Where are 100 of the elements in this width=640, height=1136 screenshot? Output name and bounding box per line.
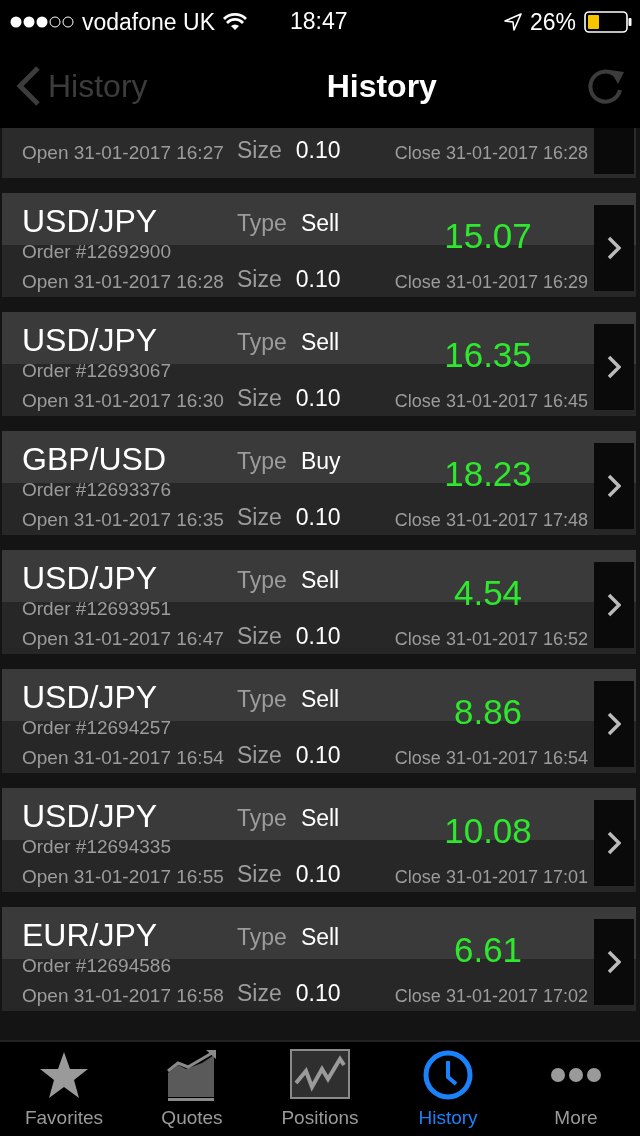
close-time: Close 31-01-2017 16:28: [394, 143, 589, 164]
currency-pair: USD/JPY: [22, 203, 159, 239]
size-value: 0.10: [295, 861, 341, 888]
open-time: Open 31-01-2017 16:28: [22, 271, 225, 293]
order-number: Order #12693376: [22, 479, 172, 501]
profit-value: 10.08: [444, 811, 532, 851]
line-chart-icon: [290, 1049, 350, 1101]
size-label: Size: [237, 504, 282, 531]
close-time: Close 31-01-2017 17:01: [394, 867, 589, 888]
currency-pair: USD/JPY: [22, 560, 159, 596]
clock-icon: [422, 1049, 474, 1101]
bar-chart-icon: [166, 1049, 218, 1101]
order-number: Order #12694586: [22, 955, 172, 977]
status-time: 18:47: [290, 8, 348, 35]
tab-item[interactable]: Quotes: [132, 1049, 252, 1129]
chevron-right-icon: [607, 355, 621, 379]
type-label: Type: [237, 329, 287, 356]
open-time: Open 31-01-2017 16:27: [22, 142, 225, 164]
size-label: Size: [237, 861, 282, 888]
tab-item[interactable]: More: [516, 1049, 636, 1129]
detail-button[interactable]: [594, 443, 634, 529]
open-time: Open 31-01-2017 16:47: [22, 628, 225, 650]
tab-item[interactable]: History: [388, 1049, 508, 1129]
close-time: Close 31-01-2017 16:45: [394, 391, 589, 412]
size-label: Size: [237, 385, 282, 412]
size-value: 0.10: [295, 385, 341, 412]
type-label: Type: [237, 805, 287, 832]
open-time: Open 31-01-2017 16:35: [22, 509, 225, 531]
type-label: Type: [237, 210, 287, 237]
size-value: 0.10: [295, 137, 341, 164]
detail-button[interactable]: [594, 681, 634, 767]
size-value: 0.10: [295, 742, 341, 769]
signal-icon: [10, 15, 74, 29]
size-label: Size: [237, 137, 282, 164]
wifi-icon: [223, 13, 247, 31]
type-value: Sell: [300, 567, 340, 594]
close-time: Close 31-01-2017 16:52: [394, 629, 589, 650]
size-label: Size: [237, 742, 282, 769]
chevron-right-icon: [607, 831, 621, 855]
type-value: Sell: [300, 210, 340, 237]
size-value: 0.10: [295, 980, 341, 1007]
chevron-right-icon: [607, 236, 621, 260]
order-number: Order #12692900: [22, 241, 172, 263]
currency-pair: USD/JPY: [22, 322, 159, 358]
tab-item[interactable]: Positions: [260, 1049, 380, 1129]
carrier-name: vodafone UK: [82, 8, 215, 36]
close-time: Close 31-01-2017 17:02: [394, 986, 589, 1007]
type-value: Sell: [300, 329, 340, 356]
detail-button[interactable]: [594, 919, 634, 1005]
detail-button[interactable]: [594, 562, 634, 648]
type-label: Type: [237, 686, 287, 713]
order-number: Order #12693067: [22, 360, 172, 382]
chevron-right-icon: [607, 474, 621, 498]
type-value: Buy: [300, 448, 341, 475]
close-time: Close 31-01-2017 16:29: [394, 272, 589, 293]
currency-pair: EUR/JPY: [22, 917, 159, 953]
order-number: Order #12694335: [22, 836, 172, 858]
order-number: Order #12694257: [22, 717, 172, 739]
location-icon: [503, 13, 522, 31]
profit-value: 18.23: [444, 454, 532, 494]
profit-value: 6.61: [453, 930, 523, 970]
profit-value: 15.07: [444, 216, 532, 256]
size-value: 0.10: [295, 623, 341, 650]
currency-pair: USD/JPY: [22, 679, 159, 715]
size-value: 0.10: [295, 504, 341, 531]
profit-value: 4.54: [453, 573, 523, 613]
type-label: Type: [237, 448, 287, 475]
open-time: Open 31-01-2017 16:54: [22, 747, 225, 769]
back-label: History: [48, 67, 148, 105]
chevron-right-icon: [607, 950, 621, 974]
more-icon: [550, 1068, 602, 1082]
currency-pair: USD/JPY: [22, 798, 159, 834]
size-label: Size: [237, 980, 282, 1007]
tab-item[interactable]: Favorites: [4, 1049, 124, 1129]
type-value: Sell: [300, 686, 340, 713]
detail-button[interactable]: [594, 324, 634, 410]
battery-icon: [584, 11, 632, 33]
size-value: 0.10: [295, 266, 341, 293]
detail-button[interactable]: [594, 205, 634, 291]
currency-pair: GBP/USD: [22, 441, 168, 477]
profit-value: 8.86: [453, 692, 523, 732]
type-value: Sell: [300, 805, 340, 832]
battery-percent: 26%: [529, 8, 576, 36]
open-time: Open 31-01-2017 16:58: [22, 985, 225, 1007]
chevron-left-icon: [16, 66, 42, 106]
size-label: Size: [237, 266, 282, 293]
open-time: Open 31-01-2017 16:30: [22, 390, 225, 412]
chevron-right-icon: [607, 712, 621, 736]
open-time: Open 31-01-2017 16:55: [22, 866, 225, 888]
order-number: Order #12693951: [22, 598, 172, 620]
type-label: Type: [237, 924, 287, 951]
profit-value: 16.35: [444, 335, 532, 375]
type-value: Sell: [300, 924, 340, 951]
chevron-right-icon: [607, 593, 621, 617]
size-label: Size: [237, 623, 282, 650]
detail-button[interactable]: [594, 800, 634, 886]
close-time: Close 31-01-2017 17:48: [394, 510, 589, 531]
screen-title: History: [326, 67, 437, 105]
close-time: Close 31-01-2017 16:54: [394, 748, 589, 769]
type-label: Type: [237, 567, 287, 594]
